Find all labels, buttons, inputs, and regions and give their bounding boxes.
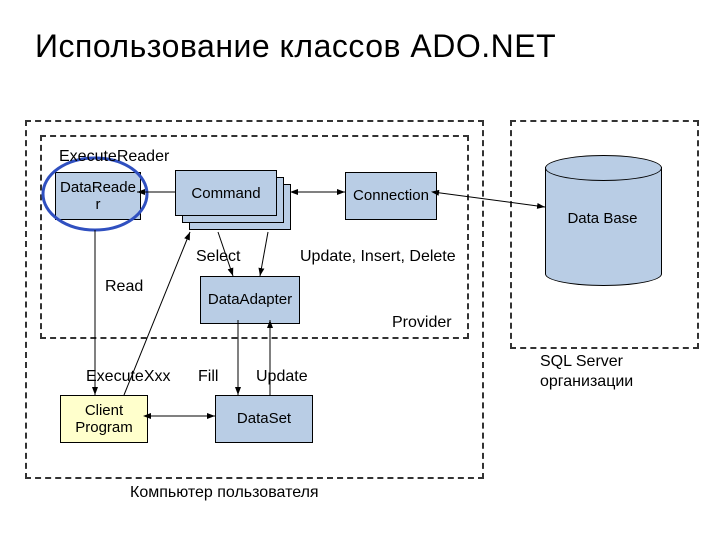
client-box: Client Program bbox=[60, 395, 148, 443]
label-update: Update bbox=[256, 368, 308, 386]
label-executexxx: ExecuteXxx bbox=[86, 368, 170, 386]
label-fill: Fill bbox=[198, 368, 218, 386]
label-select: Select bbox=[196, 248, 240, 266]
label-uid: Update, Insert, Delete bbox=[300, 248, 456, 266]
slide-title: Использование классов ADO.NET bbox=[35, 28, 556, 65]
user-computer-caption: Компьютер пользователя bbox=[130, 484, 319, 502]
provider-label: Provider bbox=[392, 314, 452, 332]
command-stack: Command bbox=[175, 170, 279, 220]
command-box: Command bbox=[175, 170, 277, 216]
label-executereader: ExecuteReader bbox=[59, 148, 169, 166]
datareader-box: DataReader bbox=[55, 172, 141, 220]
connection-box: Connection bbox=[345, 172, 437, 220]
dataadapter-box: DataAdapter bbox=[200, 276, 300, 324]
database-cylinder: Data Base bbox=[545, 155, 660, 285]
server-caption: SQL Server организации bbox=[540, 352, 700, 392]
dataset-box: DataSet bbox=[215, 395, 313, 443]
label-read: Read bbox=[105, 278, 143, 296]
database-label: Data Base bbox=[545, 210, 660, 228]
